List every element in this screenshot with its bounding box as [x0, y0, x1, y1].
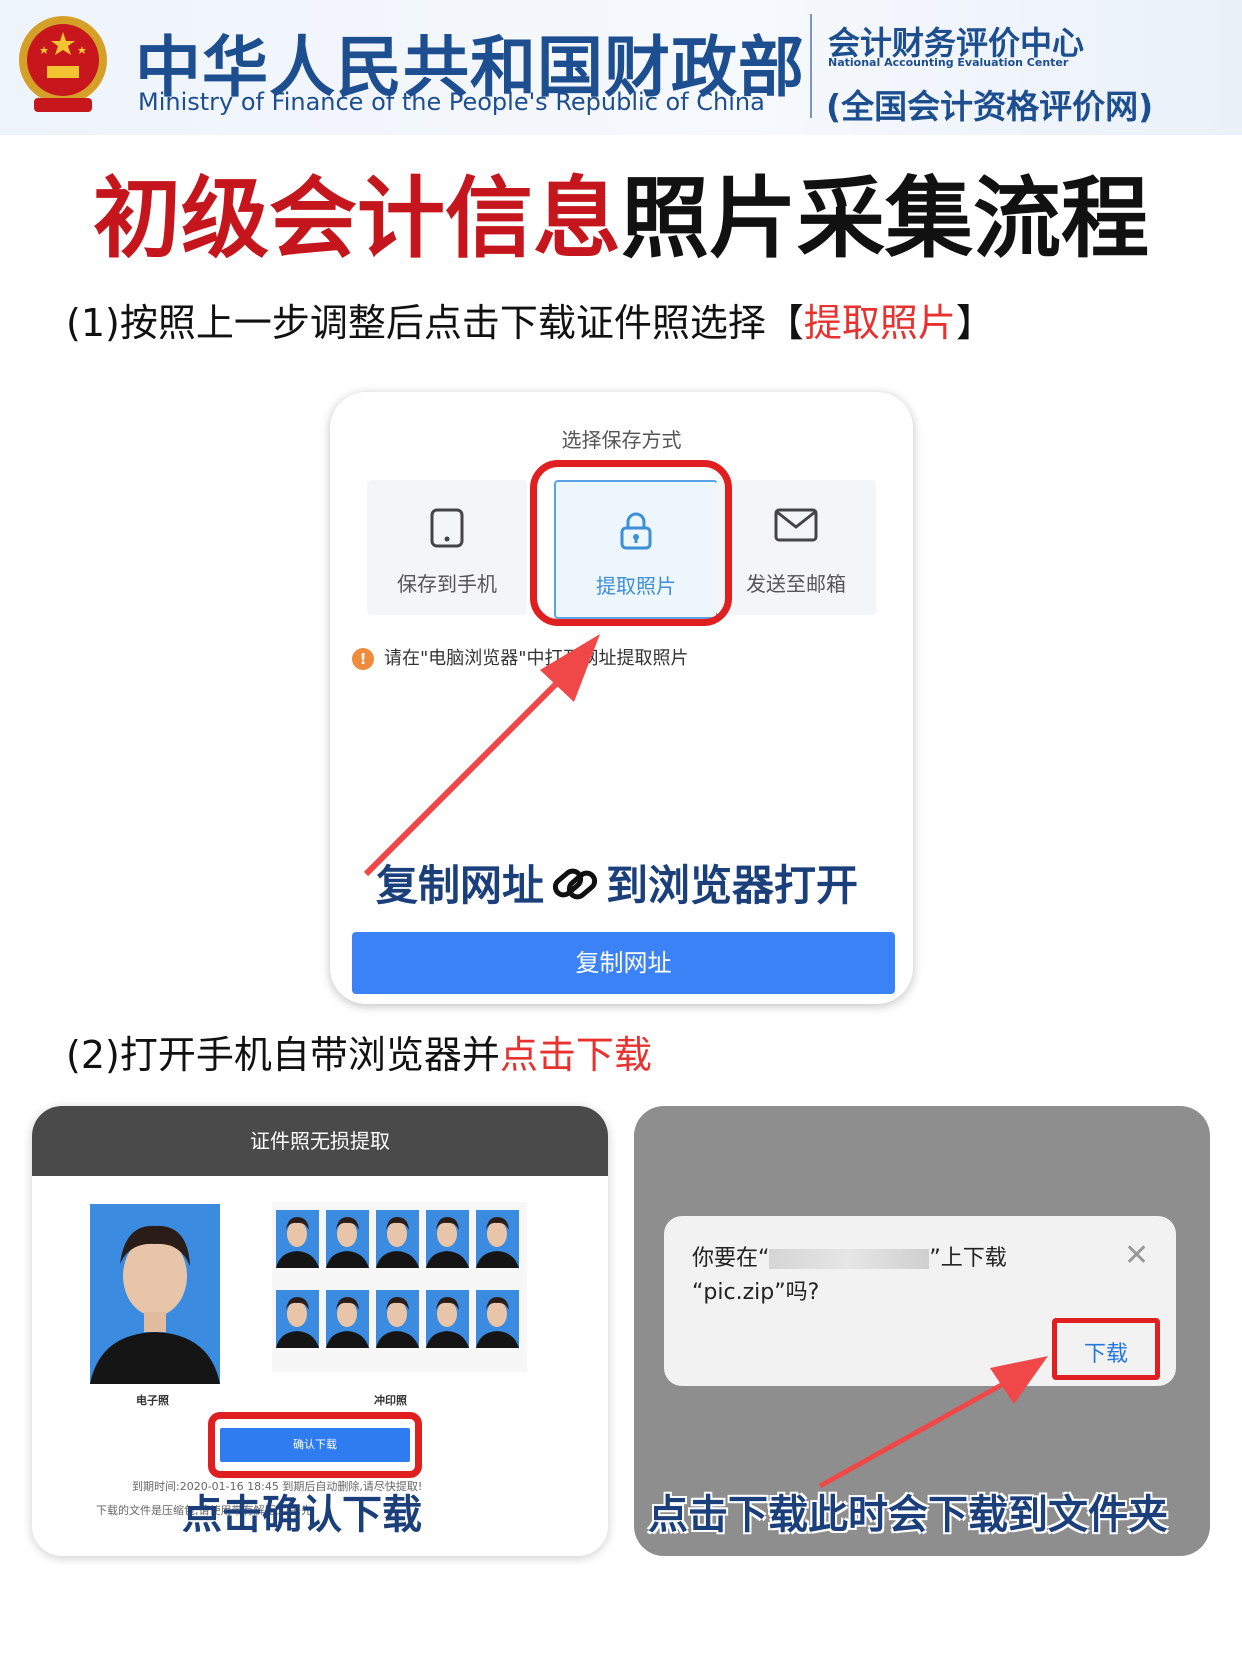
page-title: 初级会计信息照片采集流程	[0, 148, 1242, 275]
option-send-email[interactable]: 发送至邮箱	[716, 480, 876, 615]
step-1-suffix: 】	[955, 301, 994, 345]
print-sheet-image	[272, 1202, 527, 1372]
option-save-to-phone[interactable]: 保存到手机	[367, 480, 527, 615]
step-1-highlight: 提取照片	[803, 301, 956, 345]
caption-right: 到浏览器打开	[606, 861, 859, 910]
mini-photo	[326, 1210, 369, 1268]
step-2-text: (2)打开手机自带浏览器并点击下载	[66, 1024, 652, 1079]
blurred-domain	[769, 1249, 930, 1269]
title-red-part: 初级会计信息	[92, 166, 621, 270]
header-divider	[810, 14, 812, 118]
dialog-line1-prefix: 你要在“	[692, 1246, 770, 1271]
ministry-name-en: Ministry of Finance of the People's Repu…	[138, 88, 765, 116]
national-emblem-icon	[14, 10, 112, 120]
highlight-box-download	[1052, 1318, 1160, 1380]
close-icon[interactable]: ✕	[1124, 1238, 1149, 1273]
mini-photo	[476, 1290, 519, 1348]
download-prompt-screen: 你要在“ ”上下载 “pic.zip”吗? ✕ 下载 点击下载此时会下载到文件夹	[634, 1106, 1210, 1556]
dialog-line1-suffix: ”上下载	[929, 1246, 1007, 1271]
dialog-message: 你要在“ ”上下载 “pic.zip”吗?	[692, 1242, 1007, 1310]
step-2-highlight: 点击下载	[499, 1033, 652, 1077]
card-2-caption: 点击确认下载	[182, 1492, 422, 1538]
mini-photo	[276, 1210, 319, 1268]
id-photo-image	[90, 1204, 220, 1384]
mini-photo	[276, 1290, 319, 1348]
mail-icon	[716, 508, 876, 546]
step-2-prefix: (2)打开手机自带浏览器并	[66, 1033, 500, 1077]
highlight-box-confirm	[208, 1412, 422, 1478]
center-name-en: National Accounting Evaluation Center	[828, 56, 1069, 69]
mini-photo	[426, 1210, 469, 1268]
dialog-title: 选择保存方式	[561, 428, 682, 452]
mini-photo	[476, 1210, 519, 1268]
title-black-part: 照片采集流程	[621, 166, 1150, 270]
site-header: 中华人民共和国财政部 Ministry of Finance of the Pe…	[0, 0, 1242, 135]
option-label: 保存到手机	[397, 572, 497, 596]
photo-extract-page: 证件照无损提取 电子照 冲印照 确认下载 到期时间:2020-01-16 18:…	[32, 1106, 608, 1556]
mini-photo	[326, 1290, 369, 1348]
photo-label: 电子照	[136, 1394, 169, 1407]
card-3-caption: 点击下载此时会下载到文件夹	[648, 1492, 1168, 1538]
phone-icon	[367, 508, 527, 552]
mini-photo	[376, 1210, 419, 1268]
center-subtitle: (全国会计资格评价网)	[826, 87, 1154, 126]
highlight-box-extract	[530, 460, 732, 626]
option-label: 发送至邮箱	[746, 572, 846, 596]
mini-photo	[426, 1290, 469, 1348]
dialog-line2: “pic.zip”吗?	[692, 1280, 820, 1305]
sheet-label: 冲印照	[374, 1394, 407, 1407]
arrow-icon	[818, 1356, 1048, 1489]
step-1-text: (1)按照上一步调整后点击下载证件照选择【提取照片】	[66, 292, 994, 347]
arrow-icon	[363, 634, 600, 877]
extract-page-title: 证件照无损提取	[32, 1106, 608, 1176]
copy-url-button[interactable]: 复制网址	[352, 932, 895, 994]
step-1-prefix: (1)按照上一步调整后点击下载证件照选择【	[66, 301, 804, 345]
mini-photo	[376, 1290, 419, 1348]
